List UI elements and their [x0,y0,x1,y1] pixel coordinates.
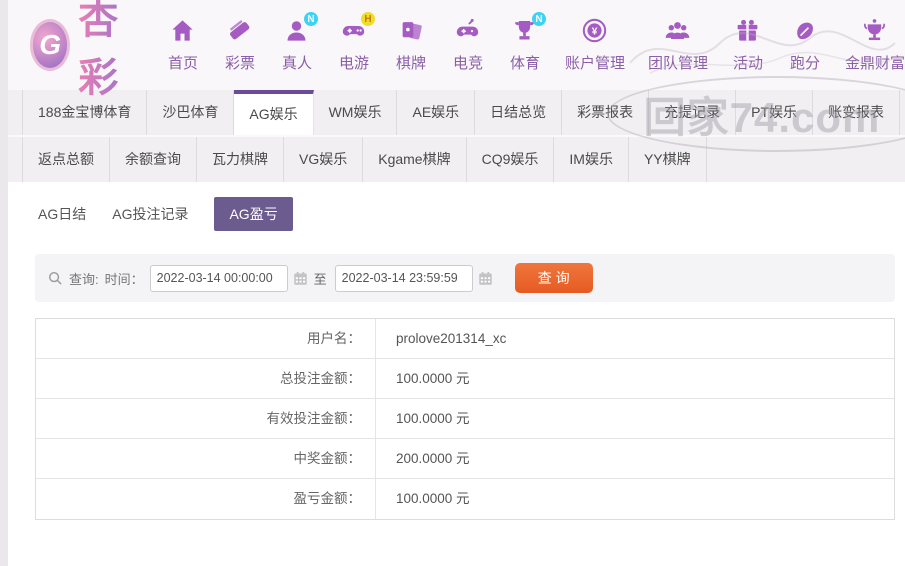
nav-item-live[interactable]: 真人 N [280,12,318,73]
nav-label: 账户管理 [564,55,625,72]
row-value: prolove201314_xc [396,331,507,346]
tab-pt-entertainment[interactable]: PT娱乐 [736,90,814,135]
row-label: 用户名： [36,319,376,358]
tab-wm-entertainment[interactable]: WM娱乐 [314,90,398,135]
nav-label: 电竞 [452,55,483,72]
gift-icon [734,17,761,49]
subtab-ag-daily[interactable]: AG日结 [38,204,86,224]
query-bar: 查询: 时间： 至 查 询 [35,254,895,302]
nav-item-promotions[interactable]: 活动 [731,17,765,73]
tab-account-change-report[interactable]: 账变报表 [813,90,901,135]
tab-188jinbaobo-sports[interactable]: 188金宝博体育 [22,90,148,135]
tab-rebate-total[interactable]: 返点总额 [22,137,110,182]
time-label: 时间： [104,271,144,287]
tab-im-entertainment[interactable]: IM娱乐 [554,137,629,182]
nav-label: 首页 [167,55,198,72]
subtab-ag-profit-loss[interactable]: AG盈亏 [214,197,293,231]
brand-emblem-icon: G [30,19,71,71]
to-label: 至 [313,271,327,287]
row-value: 100.0000 元 [396,491,470,506]
new-badge: N [531,12,546,26]
home-icon [169,17,196,49]
tab-shaba-sports[interactable]: 沙巴体育 [147,90,235,135]
nav-label: 棋牌 [395,55,426,72]
tabrow-2: 返点总额 余额查询 瓦力棋牌 VG娱乐 Kgame棋牌 CQ9娱乐 IM娱乐 Y… [8,135,905,182]
nav-item-team-management[interactable]: 团队管理 [648,17,708,73]
nav-label: 电游 [338,55,369,72]
table-row-valid-bet: 有效投注金额： 100.0000 元 [36,399,894,439]
start-time-input[interactable] [149,264,288,292]
row-label: 中奖金额： [36,439,376,478]
tab-transfer-report[interactable]: 转账报表 [900,90,905,135]
coin-icon: ¥ [581,17,608,49]
nav-item-egames[interactable]: 电游 H [337,12,375,73]
nav-label: 团队管理 [647,55,708,72]
tab-cq9-entertainment[interactable]: CQ9娱乐 [467,137,555,182]
search-icon [47,270,64,287]
table-row-profit-loss-amount: 盈亏金额： 100.0000 元 [36,479,894,519]
nav-item-account-management[interactable]: ¥ 账户管理 [565,17,625,73]
nav-item-esports[interactable]: 电竞 [451,17,485,73]
ag-subtabs: AG日结 AG投注记录 AG盈亏 [8,182,905,231]
table-row-username: 用户名： prolove201314_xc [36,319,894,359]
row-value: 100.0000 元 [396,411,470,426]
calendar-icon[interactable] [293,271,308,286]
tabrow-1: 188金宝博体育 沙巴体育 AG娱乐 WM娱乐 AE娱乐 日结总览 彩票报表 充… [8,90,905,135]
tab-daily-overview[interactable]: 日结总览 [475,90,563,135]
tab-kgame-boardcards[interactable]: Kgame棋牌 [363,137,467,182]
tab-ag-entertainment[interactable]: AG娱乐 [234,90,314,135]
ticket-icon [226,17,253,49]
nav-item-golden-wealth[interactable]: 金鼎财富 [845,17,905,73]
nav-label: 活动 [732,55,763,72]
tab-yy-boardcards[interactable]: YY棋牌 [629,137,707,182]
nav-label: 体育 [509,55,540,72]
row-value: 100.0000 元 [396,371,470,386]
tab-wali-boardcards[interactable]: 瓦力棋牌 [197,137,284,182]
main-nav: 首页 彩票 真人 N 电游 H 棋牌 电竞 体育 N ¥ 账户管理 团队管理 活… [166,12,905,73]
table-row-total-bet: 总投注金额： 100.0000 元 [36,359,894,399]
page-left-margin [0,0,8,566]
joystick-icon [454,17,481,49]
nav-label: 跑分 [789,55,820,72]
page: G 杏彩 首页 彩票 真人 N 电游 H 棋牌 电竞 体育 N ¥ 账户管理 团… [0,0,905,566]
tab-balance-query[interactable]: 余额查询 [110,137,197,182]
end-time-input[interactable] [334,264,473,292]
treasure-icon [861,17,888,49]
tab-lottery-report[interactable]: 彩票报表 [562,90,650,135]
nav-label: 金鼎财富 [844,55,905,72]
row-label: 盈亏金额： [36,479,376,519]
team-icon [664,17,691,49]
row-value: 200.0000 元 [396,451,470,466]
query-label: 查询: [69,271,99,287]
nav-item-boardcards[interactable]: 棋牌 [394,17,428,73]
tab-deposit-withdraw-records[interactable]: 充提记录 [649,90,737,135]
new-badge: N [303,12,318,26]
query-button[interactable]: 查 询 [514,263,593,293]
row-label: 总投注金额： [36,359,376,398]
tab-ae-entertainment[interactable]: AE娱乐 [397,90,476,135]
brand-name: 杏彩 [78,0,138,103]
nav-item-paofen[interactable]: 跑分 [788,17,822,73]
profit-loss-report-table: 用户名： prolove201314_xc 总投注金额： 100.0000 元 … [35,318,895,520]
hand-icon [791,17,818,49]
report-tabbar: 188金宝博体育 沙巴体育 AG娱乐 WM娱乐 AE娱乐 日结总览 彩票报表 充… [8,90,905,182]
calendar-icon[interactable] [478,271,493,286]
row-label: 有效投注金额： [36,399,376,438]
nav-label: 彩票 [224,55,255,72]
top-header: G 杏彩 首页 彩票 真人 N 电游 H 棋牌 电竞 体育 N ¥ 账户管理 团… [8,0,905,100]
table-row-winning-amount: 中奖金额： 200.0000 元 [36,439,894,479]
cards-icon [397,17,424,49]
hot-badge: H [360,12,375,26]
tab-vg-entertainment[interactable]: VG娱乐 [284,137,364,182]
subtab-ag-bet-records[interactable]: AG投注记录 [112,204,188,224]
nav-item-home[interactable]: 首页 [166,17,200,73]
nav-item-sports[interactable]: 体育 N [508,12,546,73]
nav-item-lottery[interactable]: 彩票 [223,17,257,73]
svg-text:¥: ¥ [592,26,598,37]
nav-label: 真人 [281,55,312,72]
brand-logo[interactable]: G 杏彩 [30,0,138,103]
